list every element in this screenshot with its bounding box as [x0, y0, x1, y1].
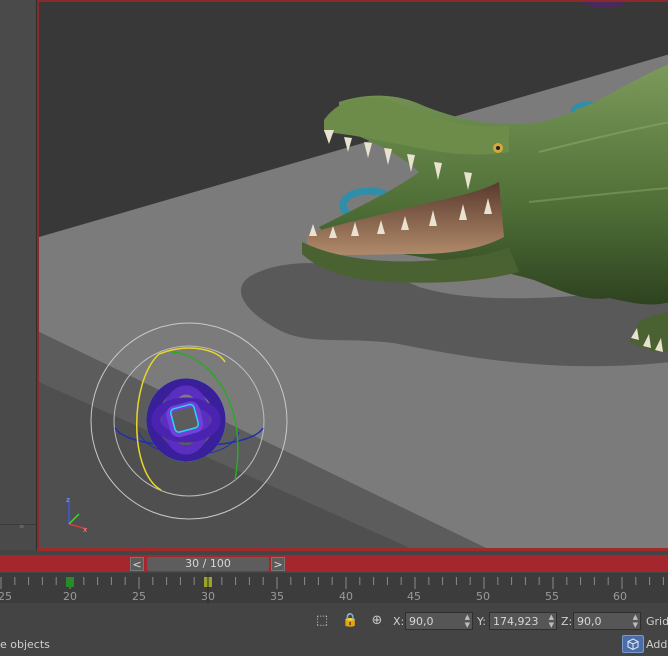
y-spinner-icon[interactable]: ▲ ▼ — [549, 613, 554, 629]
x-coordinate-field[interactable]: 90,0 ▲ ▼ — [405, 612, 473, 630]
tick-label: 60 — [613, 590, 627, 603]
y-coordinate-field[interactable]: 174,923 ▲ ▼ — [489, 612, 557, 630]
time-slider-thumb[interactable]: 30 / 100 — [147, 557, 269, 571]
lock-icon[interactable]: 🔒 — [342, 613, 358, 629]
x-value: 90,0 — [409, 615, 434, 628]
prompt-line-text: e objects — [0, 638, 50, 651]
tick-label: 35 — [270, 590, 284, 603]
tick-label: 20 — [63, 590, 77, 603]
z-spinner-icon[interactable]: ▲ ▼ — [633, 613, 638, 629]
y-value: 174,923 — [493, 615, 539, 628]
transform-mode-icon[interactable]: ⊕ — [369, 613, 385, 629]
selection-lock-icon[interactable]: ⬚ — [314, 613, 330, 629]
z-value: 90,0 — [577, 615, 602, 628]
tick-label: 50 — [476, 590, 490, 603]
z-label: Z: — [561, 615, 573, 628]
timeline-ticks — [0, 573, 664, 603]
viewport-bottom-border — [37, 548, 668, 551]
perspective-viewport[interactable]: z x — [37, 0, 668, 550]
cube-icon — [627, 638, 639, 651]
y-label: Y: — [477, 615, 486, 628]
add-time-tag-button[interactable] — [622, 635, 644, 653]
previous-frame-button[interactable]: < — [130, 557, 144, 571]
tick-label: 30 — [201, 590, 215, 603]
grid-label: Grid — [646, 615, 668, 628]
z-coordinate-field[interactable]: 90,0 ▲ ▼ — [573, 612, 641, 630]
svg-text:z: z — [66, 496, 70, 504]
tick-label: 55 — [545, 590, 559, 603]
panel-divider — [0, 524, 36, 525]
tick-label: 25 — [132, 590, 146, 603]
time-slider-bar[interactable] — [0, 555, 668, 572]
expand-panel-icon[interactable]: » — [19, 522, 24, 532]
keyframe-marker — [66, 577, 74, 587]
tick-label: 40 — [339, 590, 353, 603]
x-spinner-icon[interactable]: ▲ ▼ — [465, 613, 470, 629]
timeline-ruler[interactable] — [0, 573, 668, 603]
tick-label: 25 — [0, 590, 12, 603]
add-label: Add — [646, 638, 668, 651]
next-frame-button[interactable]: > — [271, 557, 285, 571]
svg-text:x: x — [83, 526, 87, 534]
left-command-panel: » — [0, 0, 37, 550]
tick-label: 45 — [407, 590, 421, 603]
x-label: X: — [393, 615, 405, 628]
viewport-scene: z x — [39, 2, 668, 548]
